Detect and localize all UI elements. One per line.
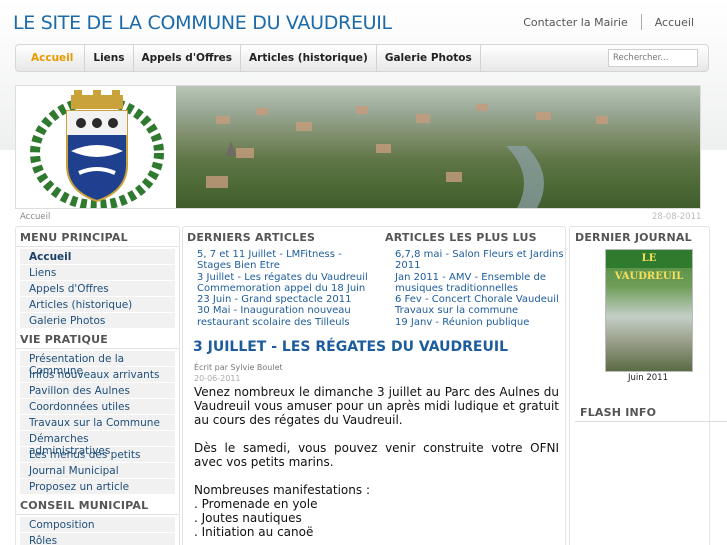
village-aerial-photo xyxy=(176,86,700,208)
conseil-list: Composition Rôles xyxy=(20,517,175,545)
sidebar-item-menus[interactable]: Les menus des petits xyxy=(20,447,175,463)
sidebar-item-proposez[interactable]: Proposez un article xyxy=(20,479,175,495)
vie-pratique-heading: VIE PRATIQUE xyxy=(16,329,179,349)
latest-article-link[interactable]: 5, 7 et 11 Juillet - LMFitness - Stages … xyxy=(197,249,372,272)
sidebar-item-journal[interactable]: Journal Municipal xyxy=(20,463,175,479)
popular-article-link[interactable]: Jan 2011 - AMV - Ensemble de musiques tr… xyxy=(395,272,565,295)
article-body: Venez nombreux le dimanche 3 juillet au … xyxy=(194,385,559,539)
article-list-item: . Joutes nautiques xyxy=(194,511,302,525)
article-byline: Écrit par Sylvie Boulet xyxy=(194,363,283,372)
sidebar-item-liens[interactable]: Liens xyxy=(20,265,175,281)
sidebar-item-appels-offres[interactable]: Appels d'Offres xyxy=(20,281,175,297)
tab-accueil[interactable]: Accueil xyxy=(16,45,86,71)
sidebar-item-presentation[interactable]: Présentation de la Commune xyxy=(20,351,175,377)
town-crest-logo xyxy=(19,87,176,208)
sidebar-item-galerie-photos[interactable]: Galerie Photos xyxy=(20,313,175,329)
article-title[interactable]: 3 JUILLET - LES RÉGATES DU VAUDREUIL xyxy=(193,339,508,355)
search-input[interactable] xyxy=(608,49,698,67)
popular-article-link[interactable]: 19 Janv - Réunion publique xyxy=(395,317,565,328)
latest-article-link[interactable]: 30 Mai - Inauguration nouveau restaurant… xyxy=(197,305,372,328)
popular-articles-heading: ARTICLES LES PLUS LUS xyxy=(385,231,537,244)
divider xyxy=(640,14,642,30)
journal-masthead: LE VAUDREUIL xyxy=(606,250,692,282)
article-list-item: . Initiation au canoë xyxy=(194,525,314,539)
latest-articles-heading: DERNIERS ARTICLES xyxy=(187,231,316,244)
left-sidebar: MENU PRINCIPAL Accueil Liens Appels d'Of… xyxy=(15,226,180,545)
conseil-heading: CONSEIL MUNICIPAL xyxy=(16,495,179,515)
home-top-link[interactable]: Accueil xyxy=(655,16,694,29)
article-list-item: . Promenade en yole xyxy=(194,497,318,511)
menu-principal-list: Accueil Liens Appels d'Offres Articles (… xyxy=(20,249,175,329)
main-navbar: Accueil Liens Appels d'Offres Articles (… xyxy=(15,44,709,72)
tab-liens[interactable]: Liens xyxy=(85,45,134,71)
breadcrumb: Accueil xyxy=(20,212,51,222)
top-links: Contacter la Mairie Accueil xyxy=(523,14,694,30)
tab-galerie-photos[interactable]: Galerie Photos xyxy=(377,45,481,71)
latest-article-link[interactable]: 3 Juillet - Les régates du Vaudreuil xyxy=(197,272,372,283)
latest-article-link[interactable]: Commemoration appel du 18 Juin xyxy=(197,283,372,294)
article-list-intro: Nombreuses manifestations : xyxy=(194,483,370,497)
popular-article-link[interactable]: 6,7,8 mai - Salon Fleurs et Jardins 2011 xyxy=(395,249,565,272)
article-paragraph: Venez nombreux le dimanche 3 juillet au … xyxy=(194,385,559,427)
flash-info-heading: FLASH INFO xyxy=(575,402,727,422)
current-date: 28-08-2011 xyxy=(652,212,702,222)
sidebar-item-articles-historique[interactable]: Articles (historique) xyxy=(20,297,175,313)
journal-heading: DERNIER JOURNAL xyxy=(575,231,692,244)
popular-article-link[interactable]: Travaux sur la commune xyxy=(395,305,565,316)
header-banner xyxy=(15,85,701,209)
article-paragraph: Dès le samedi, vous pouvez venir constru… xyxy=(194,441,559,469)
sidebar-item-travaux[interactable]: Travaux sur la Commune xyxy=(20,415,175,431)
sidebar-item-accueil[interactable]: Accueil xyxy=(20,249,175,265)
tab-articles-historique[interactable]: Articles (historique) xyxy=(241,45,377,71)
main-content: DERNIERS ARTICLES ARTICLES LES PLUS LUS … xyxy=(182,226,566,545)
right-sidebar: DERNIER JOURNAL LE VAUDREUIL Juin 2011 F… xyxy=(569,226,727,545)
article-date: 20-06-2011 xyxy=(194,374,241,383)
popular-articles-list: 6,7,8 mai - Salon Fleurs et Jardins 2011… xyxy=(395,249,565,328)
vie-pratique-list: Présentation de la Commune Infos nouveau… xyxy=(20,351,175,495)
tab-appels-offres[interactable]: Appels d'Offres xyxy=(134,45,242,71)
popular-article-link[interactable]: 6 Fev - Concert Chorale Vaudeuil xyxy=(395,294,565,305)
middle-headings: DERNIERS ARTICLES ARTICLES LES PLUS LUS xyxy=(183,227,565,246)
sidebar-item-composition[interactable]: Composition xyxy=(20,517,175,533)
latest-article-link[interactable]: 23 Juin - Grand spectacle 2011 xyxy=(197,294,372,305)
journal-cover-image[interactable]: LE VAUDREUIL xyxy=(605,249,693,372)
sidebar-item-roles[interactable]: Rôles xyxy=(20,533,175,545)
sidebar-item-pavillon[interactable]: Pavillon des Aulnes xyxy=(20,383,175,399)
sidebar-item-infos-arrivants[interactable]: Infos nouveaux arrivants xyxy=(20,367,175,383)
latest-articles-list: 5, 7 et 11 Juillet - LMFitness - Stages … xyxy=(197,249,372,328)
sidebar-item-coordonnees[interactable]: Coordonnées utiles xyxy=(20,399,175,415)
contact-mairie-link[interactable]: Contacter la Mairie xyxy=(523,16,628,29)
site-title: LE SITE DE LA COMMUNE DU VAUDREUIL xyxy=(13,12,392,34)
sidebar-item-demarches[interactable]: Démarches administratives xyxy=(20,431,175,457)
journal-caption[interactable]: Juin 2011 xyxy=(628,373,668,383)
menu-principal-heading: MENU PRINCIPAL xyxy=(16,227,179,247)
